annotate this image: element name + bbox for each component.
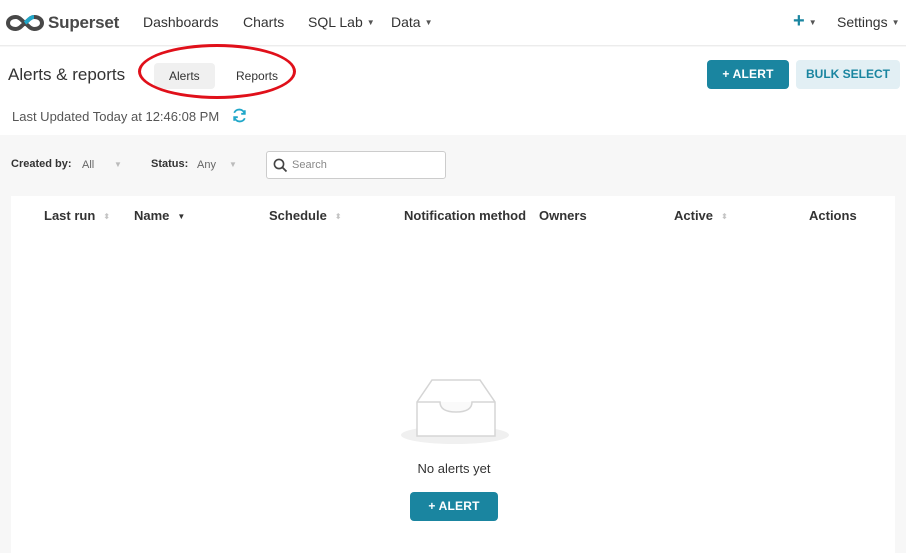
search-icon: [273, 158, 288, 173]
page-title: Alerts & reports: [8, 65, 126, 84]
column-label: Name: [134, 208, 170, 223]
brand-logo[interactable]: Superset: [6, 9, 119, 37]
sort-desc-icon: ▼: [177, 212, 186, 221]
column-active[interactable]: Active ⬍: [674, 208, 728, 223]
top-navbar: Superset Dashboards Charts SQL Lab ▼ Data…: [0, 0, 906, 46]
column-notification-method: Notification method: [404, 208, 527, 223]
column-schedule[interactable]: Schedule ⬍: [269, 208, 342, 223]
page-header: Alerts & reports Alerts Reports + ALERT …: [0, 47, 906, 135]
caret-down-icon: ▼: [366, 18, 375, 27]
column-owners: Owners: [539, 208, 587, 223]
status-label: Status:: [151, 158, 189, 170]
superset-logo-icon: [6, 14, 44, 32]
last-updated-text: Last Updated Today at 12:46:08 PM: [12, 109, 220, 124]
nav-sql-lab-label: SQL Lab: [308, 14, 363, 30]
alerts-table: Last run ⬍ Name ▼ Schedule ⬍ Notification m…: [11, 196, 895, 553]
refresh-icon[interactable]: [231, 107, 248, 124]
chevron-down-icon: ▼: [229, 160, 237, 169]
brand-name: Superset: [48, 13, 120, 32]
nav-charts[interactable]: Charts: [243, 14, 284, 30]
caret-down-icon: ▼: [891, 18, 900, 27]
search-field[interactable]: [266, 151, 446, 179]
add-alert-empty-button[interactable]: + ALERT: [410, 492, 498, 521]
nav-dashboards[interactable]: Dashboards: [143, 14, 219, 30]
column-name[interactable]: Name ▼: [134, 208, 185, 223]
status-select[interactable]: Any: [197, 159, 216, 171]
caret-down-icon: ▼: [424, 18, 433, 27]
created-by-label: Created by:: [11, 158, 72, 170]
sort-icon: ⬍: [334, 212, 342, 221]
created-by-select[interactable]: All: [82, 159, 94, 171]
search-input[interactable]: [292, 156, 440, 174]
nav-data-label: Data: [391, 14, 421, 30]
caret-down-icon: ▼: [808, 18, 817, 27]
nav-sql-lab[interactable]: SQL Lab ▼: [308, 14, 375, 30]
sort-icon: ⬍: [103, 212, 110, 221]
tab-reports[interactable]: Reports: [221, 63, 293, 89]
new-menu[interactable]: + ▼: [793, 10, 817, 33]
nav-settings-label: Settings: [837, 14, 888, 30]
empty-inbox-icon: [401, 379, 509, 444]
sort-icon: ⬍: [721, 212, 728, 221]
chevron-down-icon: ▼: [114, 160, 122, 169]
empty-state-text: No alerts yet: [417, 461, 491, 476]
nav-settings[interactable]: Settings ▼: [837, 14, 900, 30]
column-actions: Actions: [809, 208, 857, 223]
column-label: Schedule: [269, 208, 327, 223]
nav-data[interactable]: Data ▼: [391, 14, 433, 30]
add-alert-button[interactable]: + ALERT: [707, 60, 789, 89]
column-last-run[interactable]: Last run ⬍: [44, 208, 110, 223]
bulk-select-button[interactable]: BULK SELECT: [796, 60, 900, 89]
plus-icon: +: [793, 10, 805, 32]
tab-alerts[interactable]: Alerts: [154, 63, 215, 89]
column-label: Active: [674, 208, 714, 223]
column-label: Last run: [44, 208, 96, 223]
